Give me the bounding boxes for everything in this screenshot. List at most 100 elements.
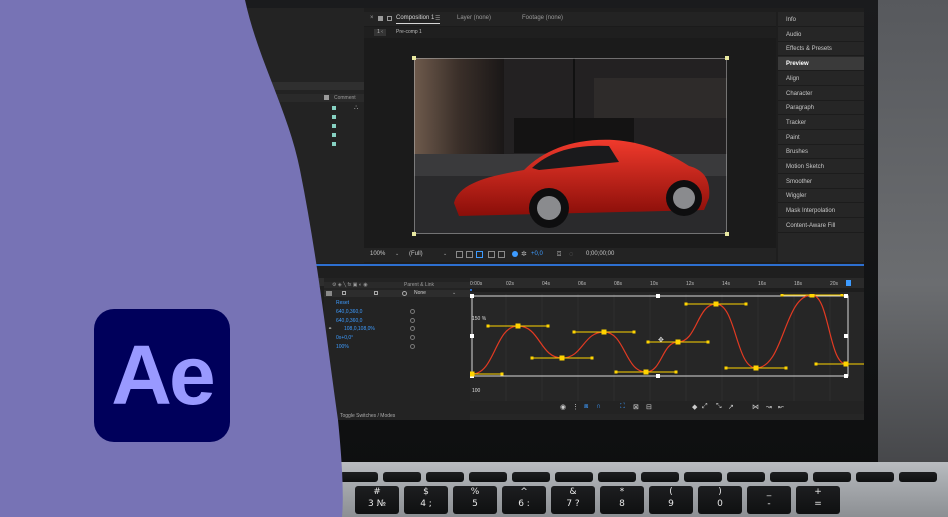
constrain-link-icon[interactable]: ⚭	[328, 326, 332, 332]
list-item[interactable]	[324, 132, 364, 140]
bezier-handle-end[interactable]	[674, 370, 678, 374]
time-ruler[interactable]: 0:00s 02s 04s 06s 08s 10s 12s 14s 16s 18s 20s	[470, 278, 864, 288]
panel-item-align[interactable]: Align	[778, 72, 864, 86]
box-handle[interactable]	[656, 294, 660, 298]
graph-type-icon[interactable]: ⋮	[572, 403, 579, 411]
video-icon[interactable]	[326, 291, 332, 296]
panel-item-brushes[interactable]: Brushes	[778, 145, 864, 160]
panel-item-paragraph[interactable]: Paragraph	[778, 101, 864, 116]
lock-icon[interactable]	[378, 16, 383, 21]
mask-visibility-icon[interactable]	[476, 251, 483, 258]
composition-viewer[interactable]	[414, 58, 727, 234]
box-handle[interactable]	[470, 334, 474, 338]
separate-dimensions-icon[interactable]: ⊟	[646, 403, 652, 411]
list-item[interactable]	[324, 114, 364, 122]
switch-icon[interactable]	[374, 291, 378, 295]
list-item[interactable]	[324, 123, 364, 131]
tab-layer[interactable]: Layer (none)	[457, 15, 491, 21]
panel-item-smoother[interactable]: Smoother	[778, 175, 864, 189]
position-value[interactable]: 640,0,360,0	[336, 318, 362, 324]
bezier-handle-end[interactable]	[840, 294, 844, 297]
list-item[interactable]	[324, 141, 364, 149]
panel-item-wiggler[interactable]: Wiggler	[778, 189, 864, 204]
panel-item-content-aware-fill[interactable]: Content-Aware Fill	[778, 219, 864, 233]
resolution-select[interactable]: (Full)	[409, 251, 423, 257]
keyframe-point[interactable]	[643, 369, 649, 375]
color-channel-icon[interactable]	[512, 251, 518, 257]
bezier-handle-end[interactable]	[784, 366, 788, 370]
keyframe-point[interactable]	[753, 365, 759, 371]
keyframe-point[interactable]	[559, 355, 565, 361]
toggle-switches-modes[interactable]: Toggle Switches / Modes	[340, 413, 395, 419]
panel-item-preview[interactable]: Preview	[778, 57, 864, 72]
bezier-handle-end[interactable]	[632, 330, 636, 334]
work-area-bar[interactable]	[470, 288, 864, 292]
keyframe-point[interactable]	[675, 339, 681, 345]
keyframe-point[interactable]	[809, 294, 815, 298]
panel-item-info[interactable]: Info	[778, 13, 864, 27]
box-handle[interactable]	[844, 374, 848, 378]
bezier-handle-end[interactable]	[646, 340, 650, 344]
bbox-handle[interactable]	[725, 56, 729, 60]
transparency-grid-icon[interactable]	[466, 251, 473, 258]
gear-icon[interactable]: ✲	[521, 250, 527, 258]
panel-item-paint[interactable]: Paint	[778, 131, 864, 145]
rotation-value[interactable]: 0x+0,0°	[336, 335, 353, 341]
region-icon[interactable]	[456, 251, 463, 258]
work-area-start[interactable]	[470, 289, 472, 291]
bezier-handle-end[interactable]	[546, 324, 550, 328]
fit-selection-icon[interactable]: ⛶	[620, 403, 625, 411]
bezier-handle-end[interactable]	[486, 324, 490, 328]
keyframe-point[interactable]	[515, 323, 521, 329]
playhead-marker[interactable]	[846, 280, 851, 286]
panel-item-character[interactable]: Character	[778, 87, 864, 101]
bezier-handle-end[interactable]	[530, 356, 534, 360]
pre-comp-label[interactable]: Pre-comp 1	[396, 29, 422, 35]
panel-item-mask-interpolation[interactable]: Mask Interpolation	[778, 204, 864, 219]
menu-icon[interactable]: ☰	[435, 15, 440, 22]
box-handle[interactable]	[844, 294, 848, 298]
bezier-handle-end[interactable]	[614, 370, 618, 374]
tab-composition[interactable]: Composition 1	[396, 15, 434, 21]
tab-footage[interactable]: Footage (none)	[522, 15, 563, 21]
bezier-handle-end[interactable]	[572, 330, 576, 334]
scale-value[interactable]: 108,0,108,0%	[344, 326, 375, 332]
reset-link[interactable]: Reset	[336, 300, 349, 306]
snap-icon[interactable]: ∩	[596, 403, 601, 410]
auto-bezier-icon[interactable]: ↗	[728, 403, 734, 411]
expression-spiral-icon[interactable]	[410, 326, 415, 331]
nav-arrows[interactable]: 1 ‹	[374, 29, 386, 36]
parent-select[interactable]: None	[414, 290, 426, 296]
bbox-handle[interactable]	[412, 232, 416, 236]
bezier-handle-end[interactable]	[724, 366, 728, 370]
flowchart-icon[interactable]: ⛬	[354, 105, 360, 111]
grid-icon[interactable]	[488, 251, 495, 258]
expression-spiral-icon[interactable]	[410, 318, 415, 323]
eye-icon[interactable]: ◉	[560, 403, 566, 411]
box-handle[interactable]	[470, 294, 474, 298]
easy-ease-icon[interactable]: ⋈	[752, 403, 759, 411]
layer-row[interactable]: None ⌄	[324, 290, 474, 297]
bbox-handle[interactable]	[412, 56, 416, 60]
bbox-handle[interactable]	[725, 232, 729, 236]
expression-spiral-icon[interactable]	[410, 309, 415, 314]
bezier-handle-end[interactable]	[814, 362, 818, 366]
box-handle[interactable]	[656, 374, 660, 378]
current-timecode[interactable]: 0;00;00;00	[586, 251, 614, 257]
graph-editor[interactable]: 0:00s 02s 04s 06s 08s 10s 12s 14s 16s 18s 20s 150 …	[470, 278, 864, 420]
anchor-point-value[interactable]: 640,0,360,0	[336, 309, 362, 315]
zoom-select[interactable]: 100%	[370, 251, 385, 257]
fit-all-icon[interactable]: ⊠	[633, 403, 639, 411]
3d-view-icon[interactable]	[498, 251, 505, 258]
expression-spiral-icon[interactable]	[410, 335, 415, 340]
camera-icon[interactable]: ⌼	[557, 251, 561, 259]
keyframe-icon[interactable]: ◆	[692, 403, 697, 411]
expression-spiral-icon[interactable]	[410, 344, 415, 349]
close-icon[interactable]: ×	[370, 15, 374, 21]
keyframe-point[interactable]	[713, 301, 719, 307]
bezier-handle-end[interactable]	[684, 302, 688, 306]
bezier-handle-end[interactable]	[706, 340, 710, 344]
panel-item-audio[interactable]: Audio	[778, 28, 864, 42]
switch-icon[interactable]	[342, 291, 346, 295]
bezier-handle-end[interactable]	[744, 302, 748, 306]
